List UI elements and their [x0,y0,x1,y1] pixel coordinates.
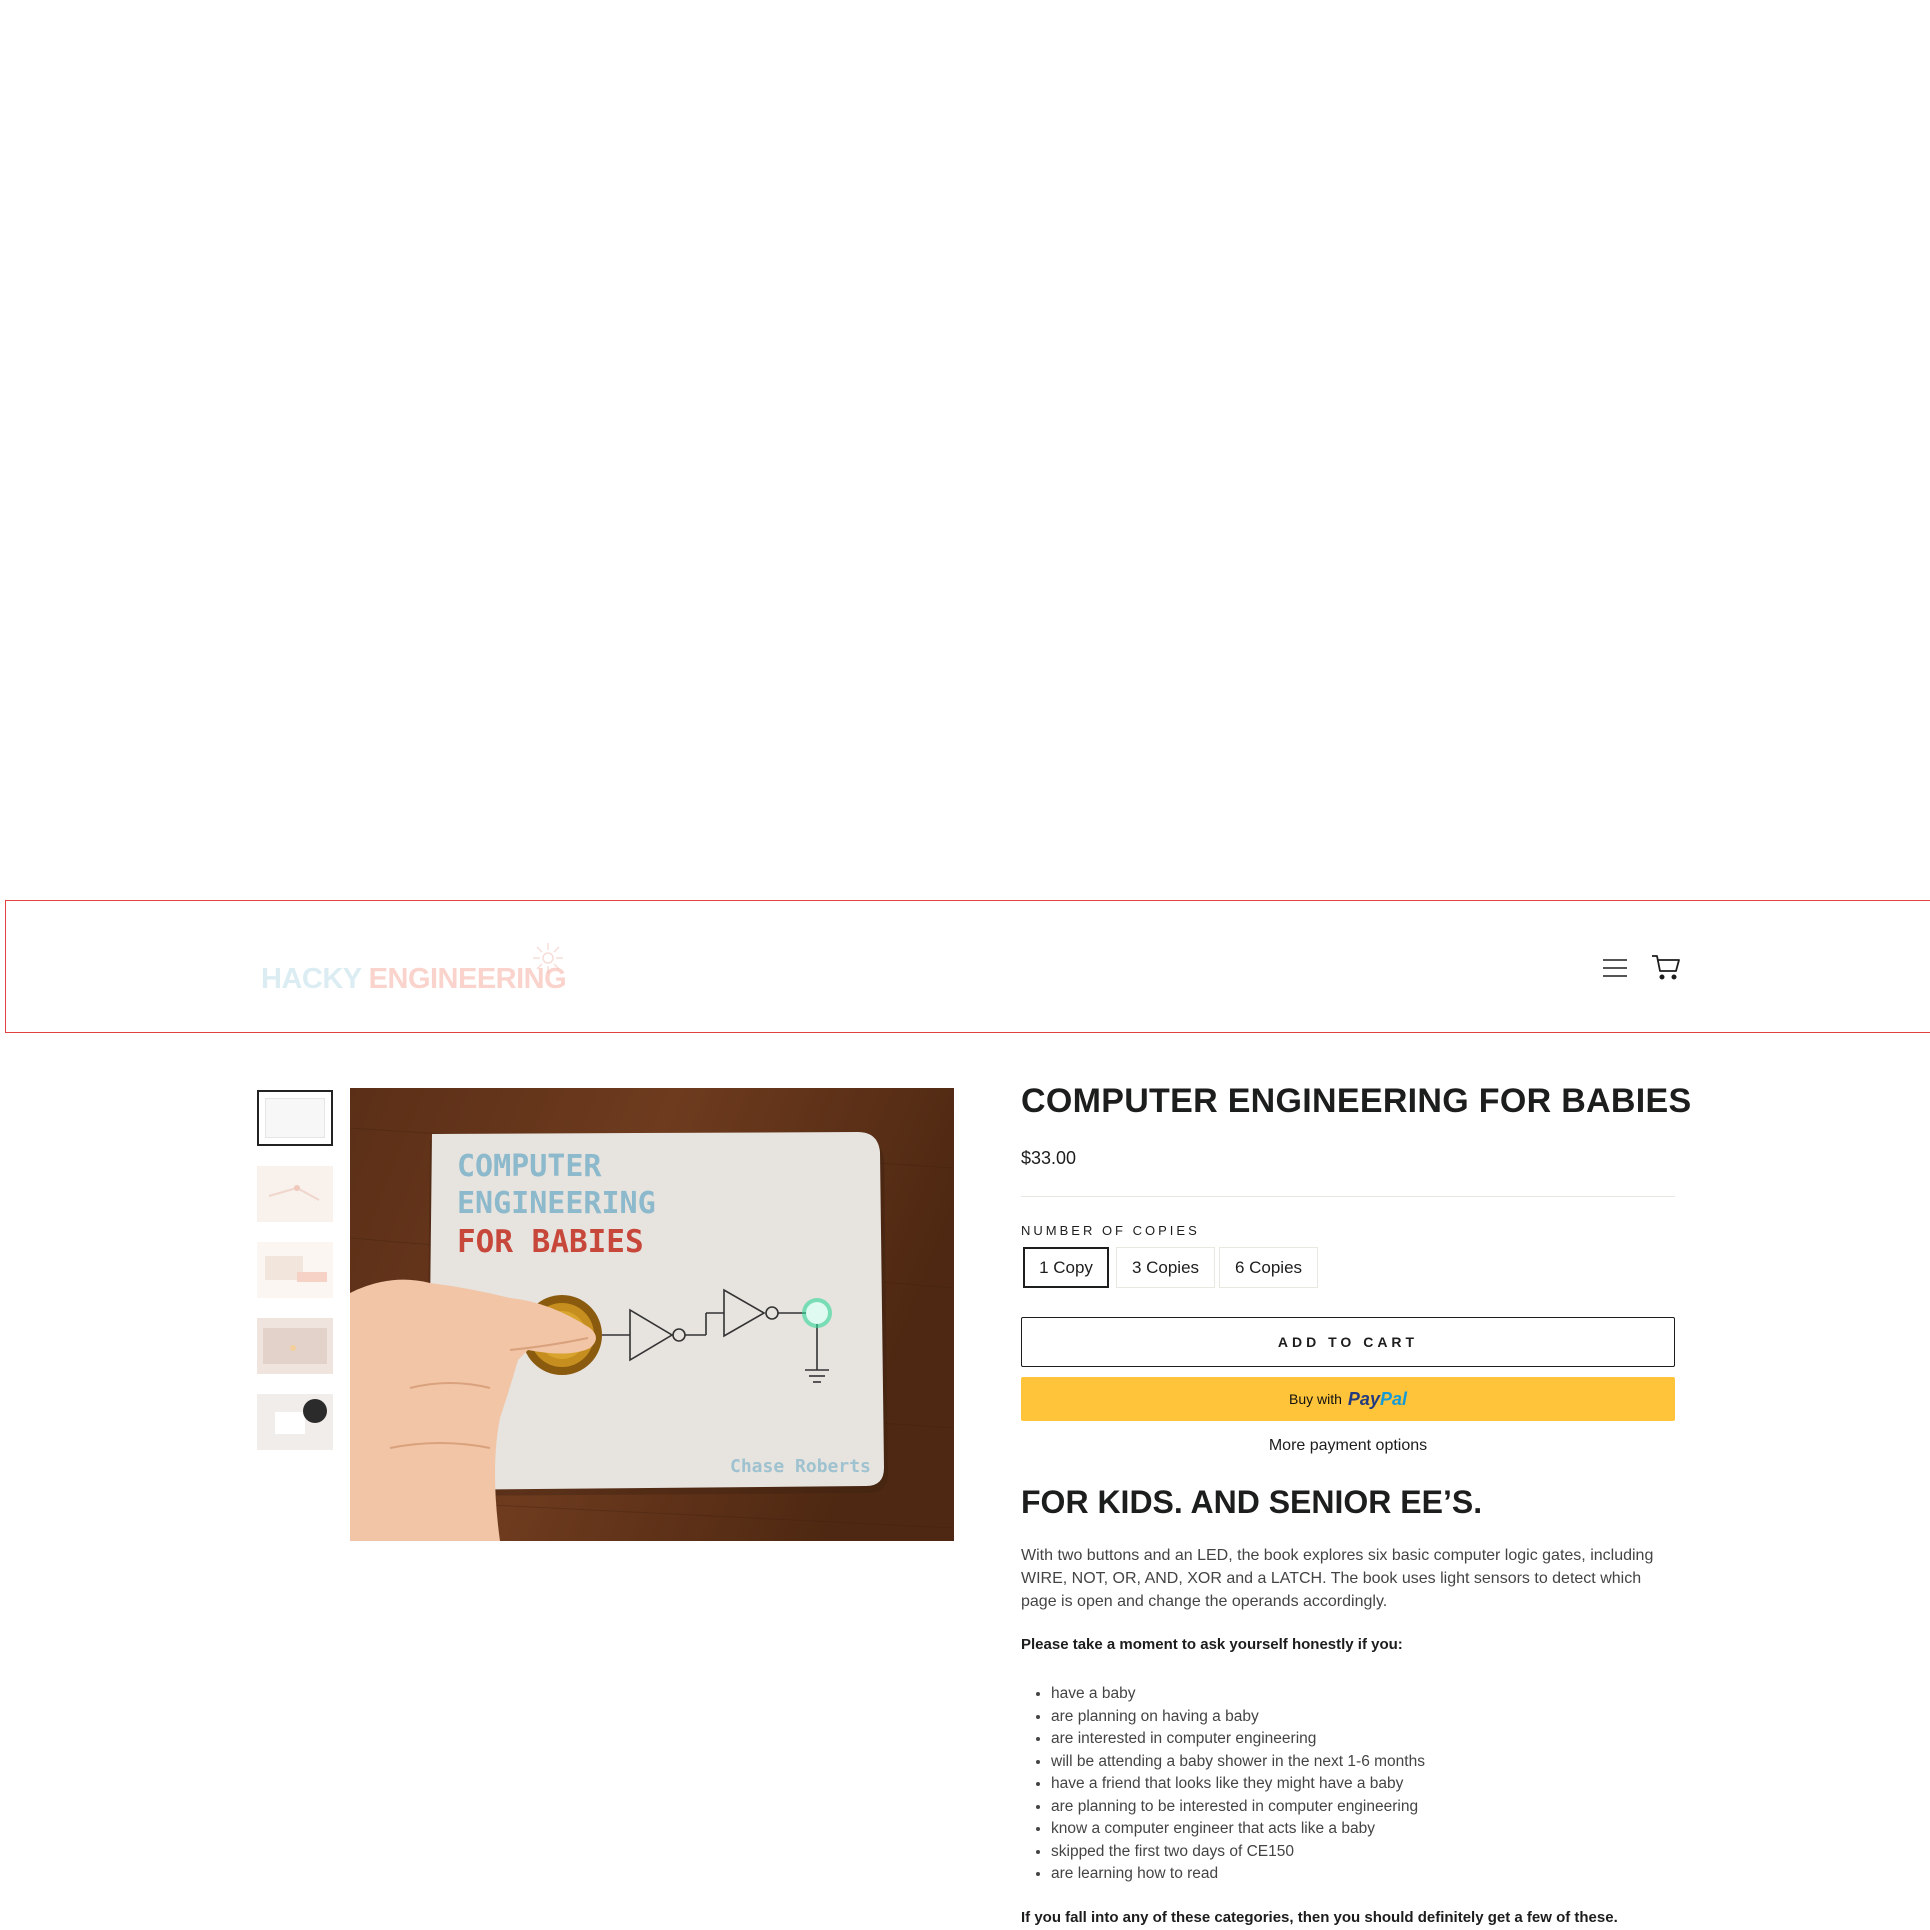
list-item: are planning to be interested in compute… [1051,1796,1701,1819]
book-author: Chase Roberts [730,1456,871,1477]
paypal-logo: PayPal [1348,1389,1407,1410]
thumbnail-circuit-image [257,1166,333,1222]
book-title-line2: ENGINEERING [457,1186,656,1221]
thumbnail-video-image [257,1394,333,1450]
paypal-logo-pal: Pal [1379,1388,1407,1409]
list-item: are planning on having a baby [1051,1706,1701,1729]
product-description: With two buttons and an LED, the book ex… [1021,1547,1654,1610]
more-payment-options-link[interactable]: More payment options [1021,1437,1675,1455]
paypal-prefix: Buy with [1289,1391,1342,1407]
list-item: are learning how to read [1051,1863,1701,1886]
list-item: will be attending a baby shower in the n… [1051,1751,1701,1774]
description-prompt: Please take a moment to ask yourself hon… [1021,1636,1403,1653]
add-to-cart-button[interactable]: ADD TO CART [1021,1317,1675,1367]
logo-text-hacky: HACKY [261,963,362,995]
variant-1-copy[interactable]: 1 Copy [1023,1247,1109,1288]
product-thumbnail-1[interactable] [257,1090,333,1146]
site-header: HACKY ENGINEERING [5,900,1930,1033]
thumbnail-dark-image [257,1318,333,1374]
product-thumbnail-4[interactable] [257,1318,333,1374]
variant-3-copies[interactable]: 3 Copies [1116,1247,1215,1288]
book-title-line3: FOR BABIES [457,1224,644,1260]
paypal-logo-pay: Pay [1347,1388,1380,1409]
price-divider [1021,1196,1675,1197]
thumbnail-book-preview [265,1098,325,1138]
product-title: COMPUTER ENGINEERING FOR BABIES [1021,1082,1692,1120]
product-thumbnail-5[interactable] [257,1394,333,1450]
list-item: skipped the first two days of CE150 [1051,1841,1701,1864]
variant-label: NUMBER OF COPIES [1021,1223,1200,1238]
list-item: are interested in computer engineering [1051,1728,1701,1751]
paypal-button[interactable]: Buy with PayPal [1021,1377,1675,1421]
thumbnail-table-image [257,1242,333,1298]
product-tagline: FOR KIDS. AND SENIOR EE’S. [1021,1484,1483,1520]
logo-wordmark: HACKY ENGINEERING [261,963,567,996]
main-product-image[interactable]: COMPUTER ENGINEERING FOR BABIES Chase Ro… [350,1088,954,1541]
book-title-line1: COMPUTER [457,1149,602,1184]
product-thumbnail-3[interactable] [257,1242,333,1298]
product-price: $33.00 [1021,1148,1077,1168]
site-logo[interactable]: HACKY ENGINEERING [261,941,611,1001]
product-thumbnail-2[interactable] [257,1166,333,1222]
logo-text-engineering: ENGINEERING [368,963,567,995]
list-item: have a baby [1051,1683,1701,1706]
book-photo: COMPUTER ENGINEERING FOR BABIES Chase Ro… [350,1088,954,1541]
description-closing: If you fall into any of these categories… [1021,1909,1618,1926]
shopping-cart-icon[interactable] [1649,949,1683,983]
variant-6-copies[interactable]: 6 Copies [1219,1247,1318,1288]
list-item: know a computer engineer that acts like … [1051,1818,1701,1841]
qualification-list: have a baby are planning on having a bab… [1021,1683,1701,1886]
hamburger-menu-icon[interactable] [1598,951,1632,985]
list-item: have a friend that looks like they might… [1051,1773,1701,1796]
